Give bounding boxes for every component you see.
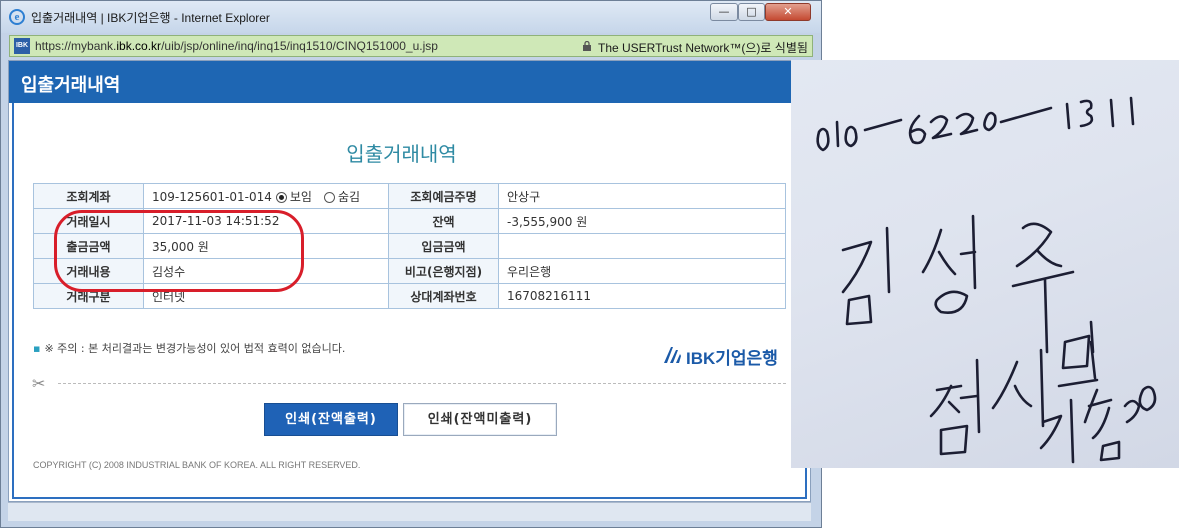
page-title: 입출거래내역 [346, 142, 457, 166]
ie-icon: e [9, 9, 25, 25]
value-counter-account: 16708216111 [498, 283, 786, 309]
page-header-title: 입출거래내역 [21, 75, 121, 96]
url-text[interactable]: https://mybank.ibk.co.kr/uib/jsp/online/… [35, 39, 438, 53]
status-bar [8, 502, 811, 521]
value-balance: -3,555,900 원 [498, 208, 786, 234]
radio-show[interactable] [275, 191, 287, 203]
account-number: 109-125601-01-014 [152, 189, 272, 204]
table-row: 조회계좌 109-125601-01-014 보임 숨김 조회예금주명 안상구 [33, 183, 786, 209]
cut-line [58, 383, 786, 384]
print-with-balance-button[interactable]: 인쇄(잔액출력) [264, 403, 398, 436]
address-bar[interactable]: IBK https://mybank.ibk.co.kr/uib/jsp/onl… [9, 35, 813, 57]
site-icon: IBK [14, 38, 30, 54]
handwritten-note-photo [791, 60, 1179, 468]
notice-text: ※ 주의 : 본 처리결과는 변경가능성이 있어 법적 효력이 없습니다. [44, 342, 346, 355]
lock-icon [583, 41, 591, 51]
ibk-logo-text: IBK기업은행 [686, 349, 778, 368]
label-balance: 잔액 [388, 208, 499, 234]
ibk-logo-icon [664, 347, 681, 363]
radio-show-label: 보임 [289, 189, 312, 204]
notice-bullet: ▪ [33, 342, 41, 355]
label-holder: 조회예금주명 [388, 183, 499, 209]
handwriting-drawing [816, 96, 1157, 464]
radio-hide[interactable] [323, 191, 335, 203]
label-account: 조회계좌 [33, 183, 144, 209]
notice: ▪ ※ 주의 : 본 처리결과는 변경가능성이 있어 법적 효력이 없습니다. [33, 340, 345, 356]
value-remark: 우리은행 [498, 258, 786, 284]
url-scheme: https://mybank. [35, 39, 117, 53]
highlight-oval [54, 210, 304, 292]
radio-hide-label: 숨김 [337, 189, 361, 204]
print-without-balance-button[interactable]: 인쇄(잔액미출력) [403, 403, 557, 436]
value-holder: 안상구 [498, 183, 786, 209]
title-bar: e 입출거래내역 | IBK기업은행 - Internet Explorer —… [1, 1, 821, 33]
label-deposit: 입금금액 [388, 233, 499, 259]
label-counter-account: 상대계좌번호 [388, 283, 499, 309]
minimize-button[interactable]: — [710, 3, 738, 21]
scissors-icon: ✂ [32, 374, 46, 393]
copyright: COPYRIGHT (C) 2008 INDUSTRIAL BANK OF KO… [33, 460, 361, 470]
url-host: ibk.co.kr [116, 39, 162, 53]
value-account: 109-125601-01-014 보임 숨김 [143, 183, 389, 209]
page-header: 입출거래내역 [9, 61, 810, 103]
url-path: /uib/jsp/online/inq/inq15/inq1510/CINQ15… [161, 39, 438, 53]
maximize-button[interactable]: □ [738, 3, 765, 21]
certificate-text[interactable]: The USERTrust Network™(으)로 식별됨 [598, 39, 808, 56]
window-title: 입출거래내역 | IBK기업은행 - Internet Explorer [31, 11, 270, 25]
close-button[interactable]: ✕ [765, 3, 811, 21]
label-remark: 비고(은행지점) [388, 258, 499, 284]
value-deposit [498, 233, 786, 259]
